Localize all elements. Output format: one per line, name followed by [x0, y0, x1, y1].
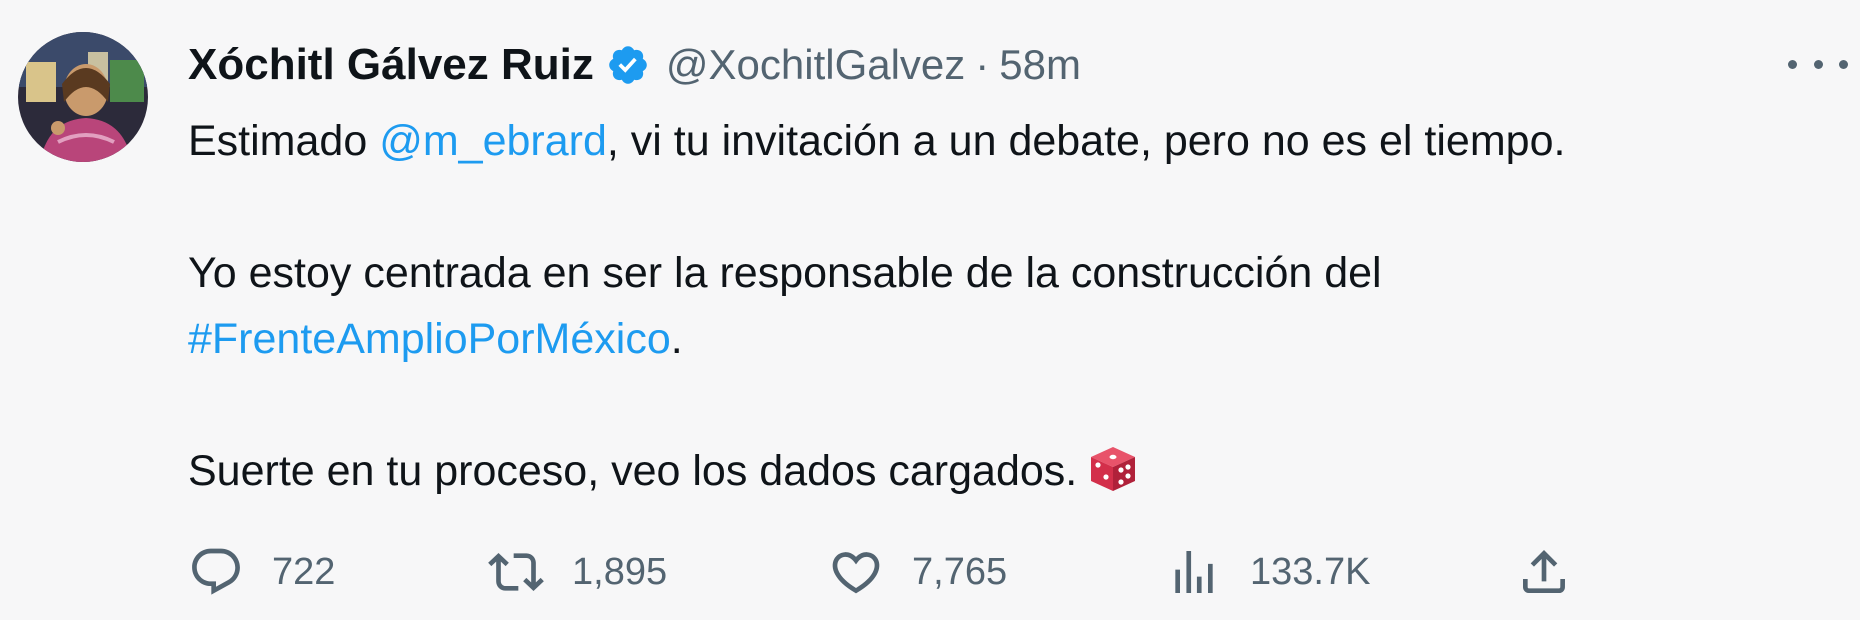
- tweet[interactable]: Xóchitl Gálvez Ruiz @XochitlGalvez · 58m…: [0, 0, 1860, 620]
- views-count: 133.7K: [1250, 550, 1371, 593]
- text-segment: Suerte en tu proceso, veo los dados carg…: [188, 447, 1078, 495]
- reply-icon: [188, 544, 244, 600]
- action-bar: 722 1,895 7,765 133.7K: [188, 540, 1568, 604]
- text-segment: Estimado: [188, 117, 380, 165]
- paragraph-2: Yo estoy centrada en ser la responsable …: [188, 240, 1828, 372]
- mention-link[interactable]: @m_ebrard: [379, 117, 607, 165]
- views-icon: [1166, 544, 1222, 600]
- tweet-header: Xóchitl Gálvez Ruiz @XochitlGalvez · 58m: [188, 30, 1081, 100]
- retweet-button[interactable]: 1,895: [488, 540, 667, 604]
- author-handle[interactable]: @XochitlGalvez: [666, 41, 965, 89]
- like-button[interactable]: 7,765: [828, 540, 1007, 604]
- game-die-icon: [1087, 443, 1139, 514]
- more-dot: [1788, 59, 1797, 69]
- verified-badge-icon: [606, 43, 650, 87]
- like-icon: [828, 544, 884, 600]
- reply-count: 722: [272, 550, 336, 593]
- text-segment: Yo estoy centrada en ser la responsable …: [188, 249, 1382, 297]
- more-dot: [1839, 59, 1848, 69]
- reply-button[interactable]: 722: [188, 540, 335, 604]
- share-button[interactable]: [1516, 540, 1572, 604]
- more-dot: [1813, 59, 1823, 69]
- tweet-text: Estimado @m_ebrard, vi tu invitación a u…: [188, 108, 1828, 514]
- hashtag-link[interactable]: #FrenteAmplioPorMéxico: [188, 315, 671, 363]
- paragraph-1: Estimado @m_ebrard, vi tu invitación a u…: [188, 108, 1828, 174]
- retweet-icon: [488, 544, 544, 600]
- views-button[interactable]: 133.7K: [1166, 540, 1370, 604]
- like-count: 7,765: [912, 550, 1008, 593]
- timestamp[interactable]: 58m: [999, 41, 1081, 89]
- more-options-icon[interactable]: [1788, 44, 1848, 84]
- separator-dot: ·: [975, 41, 990, 88]
- share-icon: [1516, 544, 1572, 600]
- text-segment: .: [670, 315, 683, 363]
- avatar[interactable]: [18, 32, 148, 162]
- retweet-count: 1,895: [572, 550, 668, 593]
- author-name[interactable]: Xóchitl Gálvez Ruiz: [188, 40, 594, 90]
- paragraph-3: Suerte en tu proceso, veo los dados carg…: [188, 438, 1828, 514]
- text-segment: , vi tu invitación a un debate, pero no …: [606, 117, 1566, 165]
